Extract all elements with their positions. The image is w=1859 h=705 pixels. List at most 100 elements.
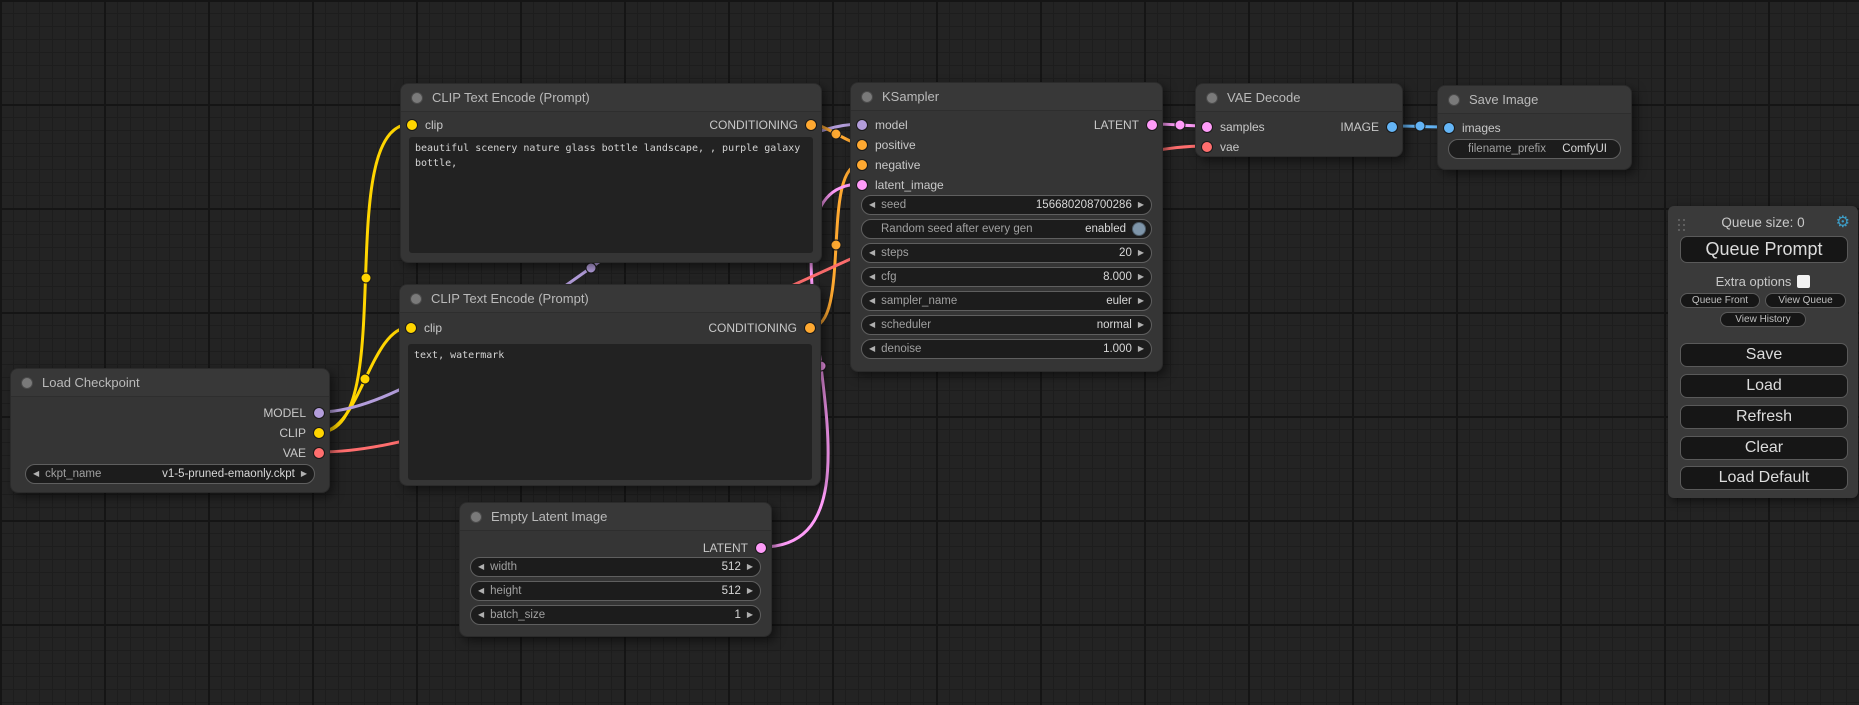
node-collapse-dot[interactable] bbox=[1206, 92, 1218, 104]
output-slot-latent[interactable]: LATENT bbox=[703, 538, 767, 558]
queue-prompt-button[interactable]: Queue Prompt bbox=[1680, 236, 1848, 263]
random-seed-widget[interactable]: Random seed after every gen enabled bbox=[861, 219, 1152, 239]
output-slot-conditioning[interactable]: CONDITIONING bbox=[709, 115, 817, 135]
node-save-image[interactable]: Save Image images filename_prefix ComfyU… bbox=[1437, 85, 1632, 170]
seed-widget[interactable]: ◀ seed 156680208700286 ▶ bbox=[861, 195, 1152, 215]
input-slot-negative[interactable]: negative bbox=[856, 155, 920, 175]
decrement-arrow-icon[interactable]: ◀ bbox=[869, 297, 875, 305]
gear-icon[interactable]: ⚙ bbox=[1836, 212, 1850, 232]
decrement-arrow-icon[interactable]: ◀ bbox=[869, 345, 875, 353]
input-slot-images[interactable]: images bbox=[1443, 118, 1501, 138]
node-collapse-dot[interactable] bbox=[470, 511, 482, 523]
input-slot-clip[interactable]: clip bbox=[405, 318, 442, 338]
output-slot-clip[interactable]: CLIP bbox=[279, 423, 325, 443]
increment-arrow-icon[interactable]: ▶ bbox=[747, 611, 753, 619]
model-input-dot[interactable] bbox=[856, 119, 868, 131]
negative-prompt-textarea[interactable]: text, watermark bbox=[408, 344, 812, 480]
output-slot-latent[interactable]: LATENT bbox=[1094, 115, 1158, 135]
node-collapse-dot[interactable] bbox=[21, 377, 33, 389]
node-vae-decode[interactable]: VAE Decode samples IMAGE vae bbox=[1195, 83, 1403, 157]
decrement-arrow-icon[interactable]: ◀ bbox=[478, 563, 484, 571]
input-slot-samples[interactable]: samples bbox=[1201, 117, 1265, 137]
increment-arrow-icon[interactable]: ▶ bbox=[1138, 321, 1144, 329]
load-default-button[interactable]: Load Default bbox=[1680, 466, 1848, 490]
conditioning-output-dot[interactable] bbox=[805, 119, 817, 131]
increment-arrow-icon[interactable]: ▶ bbox=[1138, 201, 1144, 209]
steps-widget[interactable]: ◀ steps 20 ▶ bbox=[861, 243, 1152, 263]
output-slot-image[interactable]: IMAGE bbox=[1340, 117, 1398, 137]
view-queue-button[interactable]: View Queue bbox=[1765, 293, 1846, 308]
clip-output-dot[interactable] bbox=[313, 427, 325, 439]
conditioning-output-dot[interactable] bbox=[804, 322, 816, 334]
scheduler-widget[interactable]: ◀ scheduler normal ▶ bbox=[861, 315, 1152, 335]
clip-input-dot[interactable] bbox=[406, 119, 418, 131]
output-slot-conditioning[interactable]: CONDITIONING bbox=[708, 318, 816, 338]
view-history-button[interactable]: View History bbox=[1720, 312, 1806, 327]
node-empty-latent-image[interactable]: Empty Latent Image LATENT ◀ width 512 ▶ … bbox=[459, 502, 772, 637]
refresh-button[interactable]: Refresh bbox=[1680, 405, 1848, 429]
decrement-arrow-icon[interactable]: ◀ bbox=[869, 321, 875, 329]
increment-arrow-icon[interactable]: ▶ bbox=[1138, 297, 1144, 305]
decrement-arrow-icon[interactable]: ◀ bbox=[478, 611, 484, 619]
batch-size-widget[interactable]: ◀ batch_size 1 ▶ bbox=[470, 605, 761, 625]
decrement-arrow-icon[interactable]: ◀ bbox=[869, 249, 875, 257]
latent-output-dot[interactable] bbox=[1146, 119, 1158, 131]
node-load-checkpoint[interactable]: Load Checkpoint MODEL CLIP VAE ◀ ckpt_na… bbox=[10, 368, 330, 493]
node-collapse-dot[interactable] bbox=[411, 92, 423, 104]
input-slot-clip[interactable]: clip bbox=[406, 115, 443, 135]
input-slot-model[interactable]: model bbox=[856, 115, 908, 135]
decrement-arrow-icon[interactable]: ◀ bbox=[33, 470, 39, 478]
clear-button[interactable]: Clear bbox=[1680, 436, 1848, 460]
node-header[interactable]: KSampler bbox=[851, 83, 1162, 111]
node-header[interactable]: Save Image bbox=[1438, 86, 1631, 114]
increment-arrow-icon[interactable]: ▶ bbox=[1138, 249, 1144, 257]
node-collapse-dot[interactable] bbox=[1448, 94, 1460, 106]
node-ksampler[interactable]: KSampler model LATENT positive negative … bbox=[850, 82, 1163, 372]
save-button[interactable]: Save bbox=[1680, 343, 1848, 367]
decrement-arrow-icon[interactable]: ◀ bbox=[869, 201, 875, 209]
input-slot-positive[interactable]: positive bbox=[856, 135, 916, 155]
node-header[interactable]: CLIP Text Encode (Prompt) bbox=[400, 285, 820, 313]
increment-arrow-icon[interactable]: ▶ bbox=[747, 563, 753, 571]
increment-arrow-icon[interactable]: ▶ bbox=[301, 470, 307, 478]
latent-image-input-dot[interactable] bbox=[856, 179, 868, 191]
node-header[interactable]: Empty Latent Image bbox=[460, 503, 771, 531]
positive-prompt-textarea[interactable]: beautiful scenery nature glass bottle la… bbox=[409, 137, 813, 253]
height-widget[interactable]: ◀ height 512 ▶ bbox=[470, 581, 761, 601]
clip-input-dot[interactable] bbox=[405, 322, 417, 334]
graph-canvas[interactable]: Load Checkpoint MODEL CLIP VAE ◀ ckpt_na… bbox=[0, 0, 1859, 705]
denoise-widget[interactable]: ◀ denoise 1.000 ▶ bbox=[861, 339, 1152, 359]
vae-input-dot[interactable] bbox=[1201, 141, 1213, 153]
positive-input-dot[interactable] bbox=[856, 139, 868, 151]
load-button[interactable]: Load bbox=[1680, 374, 1848, 398]
node-collapse-dot[interactable] bbox=[410, 293, 422, 305]
output-slot-vae[interactable]: VAE bbox=[283, 443, 325, 463]
negative-input-dot[interactable] bbox=[856, 159, 868, 171]
increment-arrow-icon[interactable]: ▶ bbox=[1138, 345, 1144, 353]
node-header[interactable]: CLIP Text Encode (Prompt) bbox=[401, 84, 821, 112]
cfg-widget[interactable]: ◀ cfg 8.000 ▶ bbox=[861, 267, 1152, 287]
decrement-arrow-icon[interactable]: ◀ bbox=[869, 273, 875, 281]
increment-arrow-icon[interactable]: ▶ bbox=[747, 587, 753, 595]
ckpt-name-widget[interactable]: ◀ ckpt_name v1-5-pruned-emaonly.ckpt ▶ bbox=[25, 464, 315, 484]
samples-input-dot[interactable] bbox=[1201, 121, 1213, 133]
latent-output-dot[interactable] bbox=[755, 542, 767, 554]
model-output-dot[interactable] bbox=[313, 407, 325, 419]
filename-prefix-widget[interactable]: filename_prefix ComfyUI bbox=[1448, 139, 1621, 159]
node-clip-text-encode-negative[interactable]: CLIP Text Encode (Prompt) clip CONDITION… bbox=[399, 284, 821, 486]
extra-options-checkbox[interactable] bbox=[1797, 275, 1810, 288]
decrement-arrow-icon[interactable]: ◀ bbox=[478, 587, 484, 595]
queue-front-button[interactable]: Queue Front bbox=[1680, 293, 1760, 308]
node-collapse-dot[interactable] bbox=[861, 91, 873, 103]
toggle-dot[interactable] bbox=[1132, 222, 1146, 236]
image-output-dot[interactable] bbox=[1386, 121, 1398, 133]
width-widget[interactable]: ◀ width 512 ▶ bbox=[470, 557, 761, 577]
node-clip-text-encode-positive[interactable]: CLIP Text Encode (Prompt) clip CONDITION… bbox=[400, 83, 822, 263]
output-slot-model[interactable]: MODEL bbox=[263, 403, 325, 423]
increment-arrow-icon[interactable]: ▶ bbox=[1138, 273, 1144, 281]
node-header[interactable]: VAE Decode bbox=[1196, 84, 1402, 112]
input-slot-latent-image[interactable]: latent_image bbox=[856, 175, 944, 195]
vae-output-dot[interactable] bbox=[313, 447, 325, 459]
sampler-name-widget[interactable]: ◀ sampler_name euler ▶ bbox=[861, 291, 1152, 311]
node-header[interactable]: Load Checkpoint bbox=[11, 369, 329, 397]
